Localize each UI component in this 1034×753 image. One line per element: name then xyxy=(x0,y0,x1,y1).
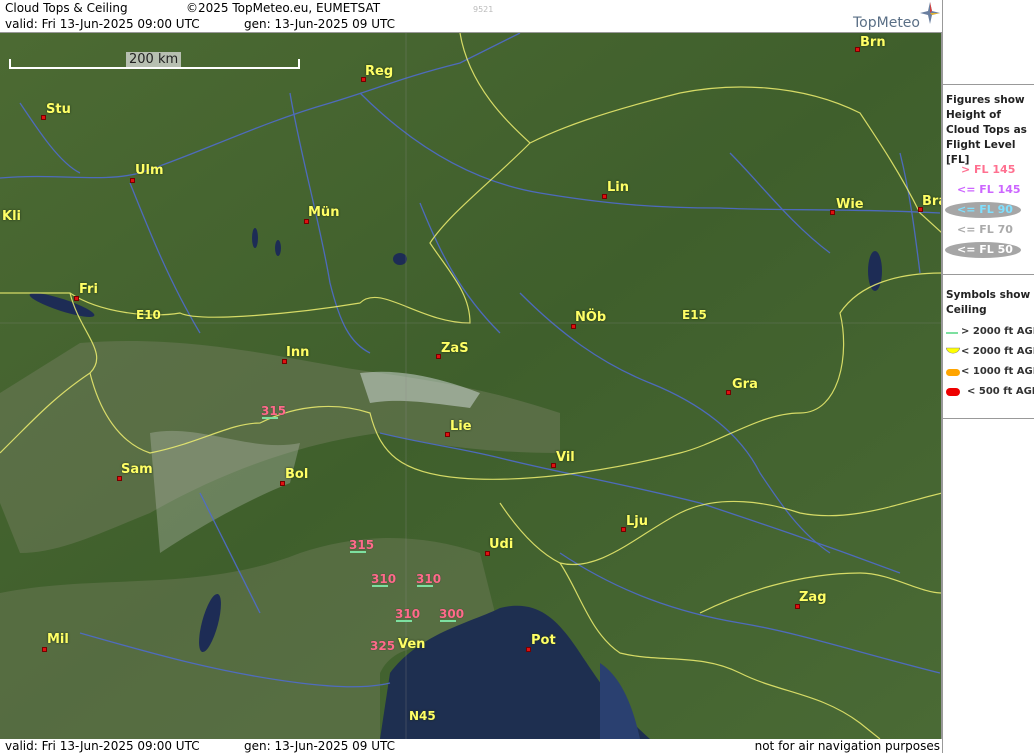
city-marker xyxy=(726,390,731,395)
city-label: Lie xyxy=(450,419,472,434)
legend-fl-item: <= FL 50 xyxy=(957,243,1013,256)
generation-time: gen: 13-Jun-2025 09 UTC xyxy=(244,17,396,31)
latitude-label: N45 xyxy=(409,709,436,723)
cloud-top-value: 310 xyxy=(371,572,397,586)
satellite-map[interactable]: 200 km Brn Reg Stu Ulm Kli Mün Lin Wie B… xyxy=(0,33,942,739)
legend-panel: Figures show Height of Cloud Tops as Fli… xyxy=(942,0,1034,753)
ceiling-symbol xyxy=(417,585,433,587)
header: Cloud Tops & Ceiling ©2025 TopMeteo.eu, … xyxy=(0,0,942,33)
city-label: Reg xyxy=(365,64,394,79)
cloud-top-value: 310 xyxy=(395,607,421,621)
ceiling-over-2000-icon xyxy=(946,332,958,334)
cloud-top-value: 315 xyxy=(349,538,375,552)
legend-fl-item: <= FL 90 xyxy=(957,203,1013,216)
ceiling-under-1000-icon xyxy=(946,369,960,376)
chart-title: Cloud Tops & Ceiling xyxy=(5,1,128,15)
legend-fl-item: <= FL 70 xyxy=(957,223,1013,236)
valid-time: valid: Fri 13-Jun-2025 09:00 UTC xyxy=(5,17,200,31)
legend-divider xyxy=(943,418,1034,419)
ceiling-symbol xyxy=(262,417,278,419)
city-label: Lju xyxy=(626,514,648,529)
city-marker xyxy=(130,178,135,183)
city-label: Stu xyxy=(46,102,71,117)
legend-ceiling-item: < 1000 ft AGL xyxy=(961,366,1034,377)
longitude-label: E15 xyxy=(682,308,707,322)
city-label: Ulm xyxy=(135,163,164,178)
cloud-top-value: 325 xyxy=(370,639,396,653)
legend-fl-item: <= FL 145 xyxy=(957,183,1021,196)
city-label: ZaS xyxy=(441,341,469,356)
city-label: Pot xyxy=(531,633,556,648)
ceiling-under-500-icon xyxy=(946,388,960,396)
city-label: Inn xyxy=(286,345,310,360)
legend-fl-title: Figures show Height of Cloud Tops as Fli… xyxy=(946,94,1027,166)
city-label: Lin xyxy=(607,180,629,195)
cloud-top-value: 315 xyxy=(261,404,287,418)
city-label: Gra xyxy=(732,377,758,392)
compass-star-icon xyxy=(920,2,940,24)
city-label: Bol xyxy=(285,467,309,482)
legend-fl-item: > FL 145 xyxy=(961,163,1016,176)
ceiling-symbol xyxy=(396,620,412,622)
legend-divider xyxy=(943,274,1034,275)
legend-divider xyxy=(943,84,1034,85)
city-label: Mil xyxy=(47,632,69,647)
longitude-label: E10 xyxy=(136,308,161,322)
ceiling-symbol xyxy=(440,620,456,622)
scale-label: 200 km xyxy=(126,52,182,67)
legend-ceiling-title: Symbols show Ceiling xyxy=(946,289,1031,316)
city-label: Bra xyxy=(922,194,941,209)
legend-ceiling-item: > 2000 ft AGL xyxy=(961,326,1034,337)
city-marker xyxy=(42,647,47,652)
city-marker xyxy=(830,210,835,215)
cloud-top-value: 310 xyxy=(416,572,442,586)
city-label: Fri xyxy=(79,282,98,297)
ceiling-under-2000-icon xyxy=(946,347,960,354)
cloud-top-value: 300 xyxy=(439,607,465,621)
cloud-tops-chart-page: Cloud Tops & Ceiling ©2025 TopMeteo.eu, … xyxy=(0,0,1034,753)
city-label: Ven xyxy=(398,637,426,652)
footer-valid-time: valid: Fri 13-Jun-2025 09:00 UTC xyxy=(5,739,200,753)
city-label: Zag xyxy=(799,590,827,605)
city-label: Kli xyxy=(2,209,21,224)
disclaimer: not for air navigation purposes xyxy=(754,739,940,753)
run-id: 9521 xyxy=(473,5,494,14)
city-label: Mün xyxy=(308,205,340,220)
city-label: NÖb xyxy=(575,310,607,325)
legend-ceiling-item: < 500 ft AGL xyxy=(967,386,1034,397)
ceiling-symbol xyxy=(372,585,388,587)
city-label: Vil xyxy=(556,450,575,465)
brand-name: TopMeteo xyxy=(853,15,920,31)
city-label: Wie xyxy=(836,197,864,212)
map-background xyxy=(0,33,941,739)
ceiling-symbol xyxy=(350,551,366,553)
city-label: Sam xyxy=(121,462,153,477)
legend-ceiling-item: < 2000 ft AGL xyxy=(961,346,1034,357)
city-label: Udi xyxy=(489,537,514,552)
city-label: Brn xyxy=(860,35,886,50)
footer: valid: Fri 13-Jun-2025 09:00 UTC gen: 13… xyxy=(0,739,942,753)
copyright: ©2025 TopMeteo.eu, EUMETSAT xyxy=(186,1,381,15)
footer-generation-time: gen: 13-Jun-2025 09 UTC xyxy=(244,739,396,753)
